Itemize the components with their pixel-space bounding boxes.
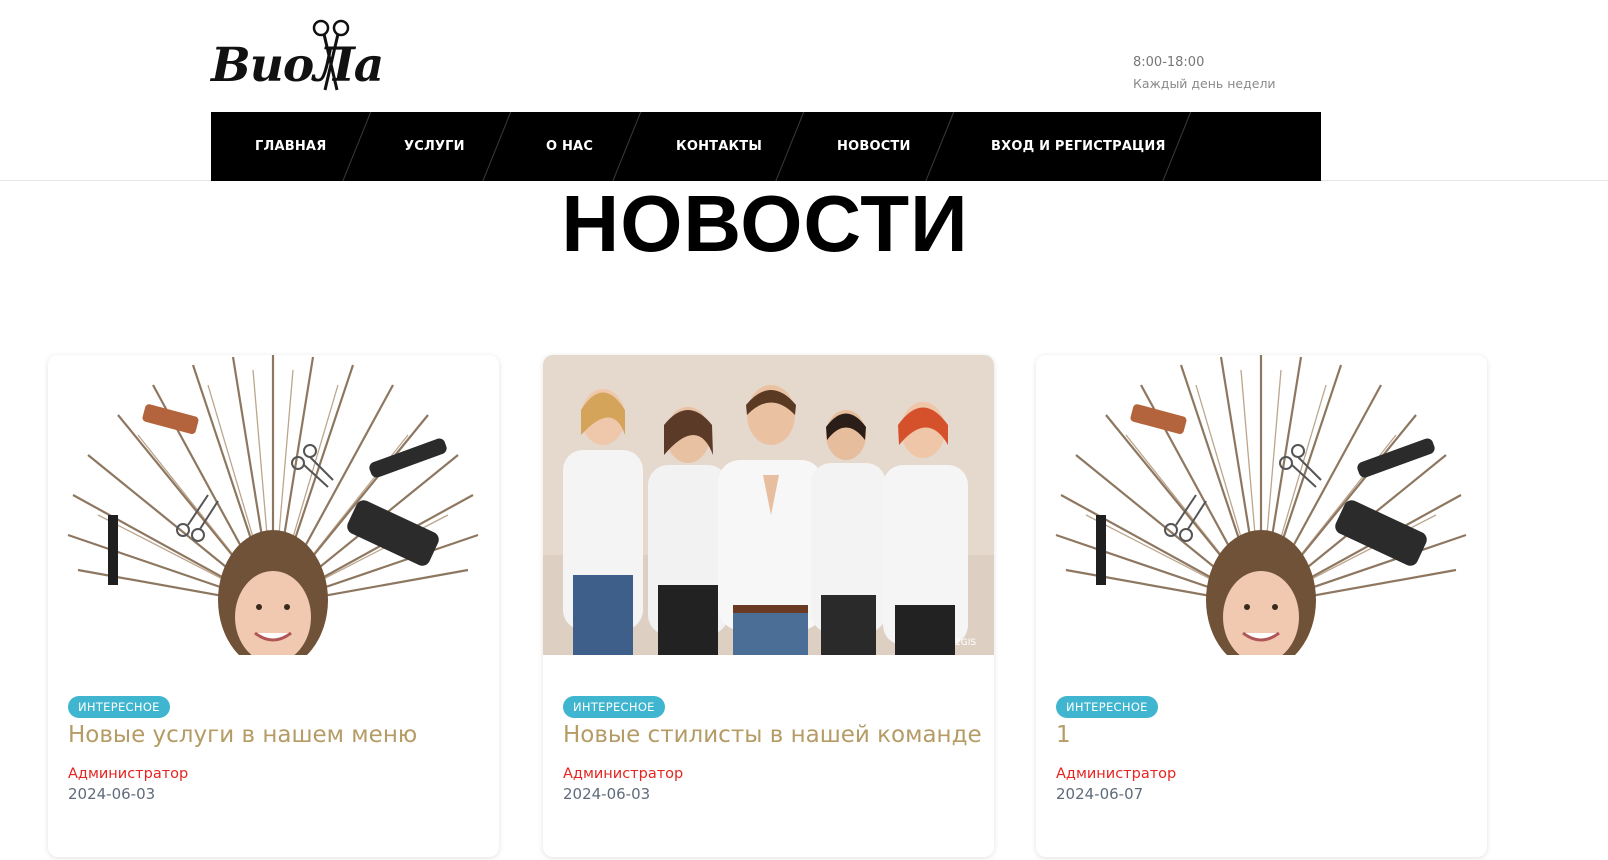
news-title[interactable]: Новые стилисты в нашей команде	[563, 722, 982, 748]
site-header: ВиоЛа 8:00-18:00 Каждый день недели ГЛАВ…	[0, 0, 1608, 181]
category-badge[interactable]: ИНТЕРЕСНОЕ	[563, 696, 665, 718]
nav-item-news[interactable]: НОВОСТИ	[837, 112, 911, 181]
team-photo-illustration: 2GIS	[543, 355, 994, 655]
news-author[interactable]: Администратор	[68, 766, 188, 782]
category-badge[interactable]: ИНТЕРЕСНОЕ	[1056, 696, 1158, 718]
nav-separator	[371, 112, 372, 181]
page-title: НОВОСТИ	[561, 179, 969, 268]
news-image-hair[interactable]	[48, 355, 499, 655]
news-author[interactable]: Администратор	[563, 766, 683, 782]
news-date: 2024-06-07	[1056, 785, 1144, 803]
category-badge[interactable]: ИНТЕРЕСНОЕ	[68, 696, 170, 718]
news-image-team[interactable]: 2GIS	[543, 355, 994, 655]
photo-watermark: 2GIS	[955, 638, 976, 648]
news-title[interactable]: Новые услуги в нашем меню	[68, 722, 417, 748]
site-logo[interactable]: ВиоЛа	[211, 18, 384, 96]
nav-item-contacts[interactable]: КОНТАКТЫ	[676, 112, 762, 181]
main-nav: ГЛАВНАЯ УСЛУГИ О НАС КОНТАКТЫ НОВОСТИ ВХ…	[211, 112, 1321, 181]
hair-photo-illustration	[48, 355, 499, 655]
nav-separator	[804, 112, 805, 181]
news-author[interactable]: Администратор	[1056, 766, 1176, 782]
hair-photo-illustration	[1036, 355, 1487, 655]
nav-separator	[641, 112, 642, 181]
hours-time: 8:00-18:00	[1133, 55, 1205, 70]
working-hours: 8:00-18:00 Каждый день недели	[1133, 52, 1276, 94]
scissors-icon	[312, 19, 350, 91]
nav-separator	[954, 112, 955, 181]
nav-separator	[1191, 112, 1192, 181]
news-card[interactable]: 2GIS ИНТЕРЕСНОЕ Новые стилисты в нашей к…	[543, 355, 994, 857]
nav-item-login[interactable]: ВХОД И РЕГИСТРАЦИЯ	[991, 112, 1166, 181]
nav-separator	[511, 112, 512, 181]
news-card[interactable]: ИНТЕРЕСНОЕ Новые услуги в нашем меню Адм…	[48, 355, 499, 857]
nav-item-services[interactable]: УСЛУГИ	[404, 112, 465, 181]
news-date: 2024-06-03	[563, 785, 651, 803]
news-date: 2024-06-03	[68, 785, 156, 803]
nav-item-home[interactable]: ГЛАВНАЯ	[255, 112, 326, 181]
hours-days: Каждый день недели	[1133, 76, 1276, 91]
news-image-hair[interactable]	[1036, 355, 1487, 655]
nav-item-about[interactable]: О НАС	[546, 112, 593, 181]
news-title[interactable]: 1	[1056, 722, 1071, 748]
news-card[interactable]: ИНТЕРЕСНОЕ 1 Администратор 2024-06-07	[1036, 355, 1487, 857]
